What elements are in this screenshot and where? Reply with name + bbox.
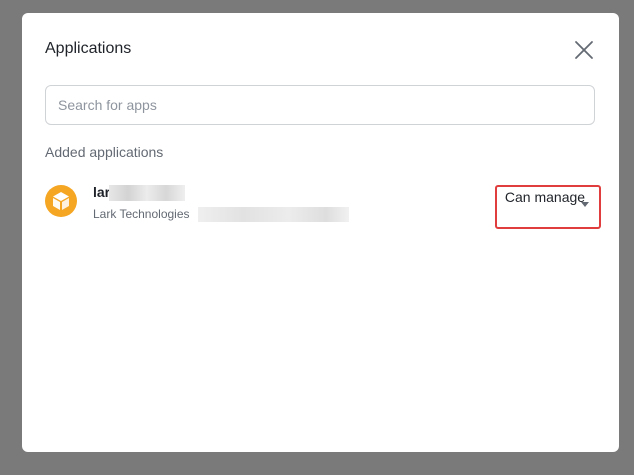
redacted-org [198,207,349,222]
caret-down-icon [581,202,589,207]
close-icon [575,41,593,59]
applications-dialog: Applications Added applications lar Lark… [22,13,619,452]
close-button[interactable] [573,39,595,61]
dialog-title: Applications [45,40,132,57]
section-label: Added applications [45,144,164,160]
search-box [45,85,595,125]
app-name: lar [93,184,111,200]
permission-label: Can manage [504,189,586,205]
permission-select[interactable]: Can manage [495,185,601,229]
search-input[interactable] [46,86,594,124]
cube-icon [45,185,77,217]
app-org: Lark Technologies [93,207,190,221]
redacted-name [109,185,185,201]
